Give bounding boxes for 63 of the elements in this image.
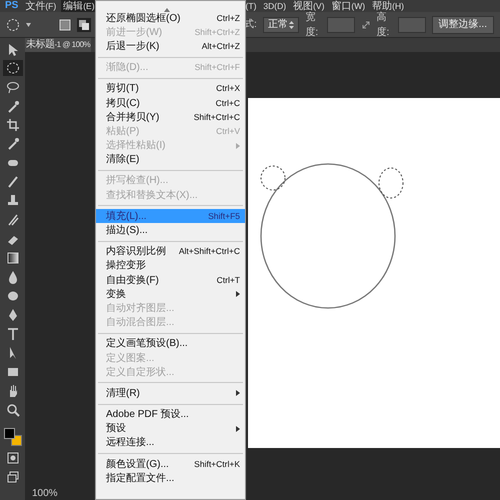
- rectangle-icon: [6, 365, 20, 379]
- refine-edge-button[interactable]: 调整边缘...: [432, 16, 494, 34]
- screen-mode-icon: [6, 470, 20, 484]
- zoom-level: 100%: [32, 488, 58, 499]
- add-selection-icon[interactable]: [77, 18, 91, 32]
- menu-item[interactable]: 颜色设置(G)... Shift+Ctrl+K: [96, 457, 245, 472]
- menu-item[interactable]: 合并拷贝(Y) Shift+Ctrl+C: [96, 110, 245, 124]
- menu-item[interactable]: 帮助(H): [370, 0, 406, 12]
- menu-item[interactable]: 文件(F): [23, 0, 58, 12]
- width-field[interactable]: [327, 16, 355, 32]
- submenu-arrow-icon[interactable]: [236, 426, 240, 432]
- zoom-icon: [6, 403, 20, 417]
- tool-button[interactable]: [2, 60, 22, 76]
- menu-item[interactable]: Adobe PDF 预设...: [96, 408, 245, 422]
- type-icon: [6, 327, 20, 341]
- menu-item[interactable]: 后退一步(K) Alt+Ctrl+Z: [96, 39, 245, 54]
- menu-item[interactable]: 自由变换(F) Ctrl+T: [96, 273, 245, 288]
- dodge-icon: [6, 289, 20, 303]
- gradient-icon: [6, 251, 20, 265]
- width-label: 宽度:: [305, 10, 318, 40]
- crop-icon: [6, 118, 20, 132]
- document-tab[interactable]: 未标题-1 @ 100%: [25, 38, 92, 52]
- menu-item[interactable]: 内容识别比例 Alt+Shift+Ctrl+C: [96, 244, 245, 259]
- menu-item[interactable]: 指定配置文件...: [96, 471, 245, 486]
- menu-item[interactable]: 视图(V): [291, 0, 326, 12]
- eyedropper-icon: [6, 137, 20, 151]
- ellipse-marquee-icon: [6, 61, 20, 75]
- dropdown-arrows-icon: [289, 20, 294, 28]
- height-label: 高度:: [376, 10, 390, 40]
- magic-wand-icon: [6, 99, 20, 113]
- swap-icon[interactable]: [360, 20, 371, 30]
- menu-item[interactable]: 操控变形: [96, 258, 245, 273]
- menu-item[interactable]: (T): [244, 0, 258, 12]
- stamp-icon: [6, 194, 20, 208]
- menu-item[interactable]: 3D(D): [261, 0, 288, 12]
- submenu-arrow-icon[interactable]: [236, 390, 240, 396]
- new-selection-icon[interactable]: [59, 18, 71, 30]
- style-dropdown[interactable]: 正常: [262, 16, 300, 32]
- app-logo: PS: [4, 0, 20, 12]
- menu-item[interactable]: 描边(S)...: [96, 223, 245, 238]
- menu-item[interactable]: 清除(E): [96, 152, 245, 167]
- selection-marquee: [378, 168, 404, 198]
- lasso-icon: [6, 80, 20, 94]
- caret-icon[interactable]: [26, 22, 31, 26]
- brush-icon: [6, 175, 20, 189]
- menu-item[interactable]: 变换: [96, 287, 245, 302]
- menu-item[interactable]: 窗口(W): [329, 0, 368, 12]
- submenu-arrow-icon[interactable]: [236, 291, 240, 298]
- menu-item[interactable]: 清理(R): [96, 386, 245, 400]
- menu-item[interactable]: 远程连接...: [96, 436, 245, 450]
- menu-item[interactable]: 定义画笔预设(B)...: [96, 336, 245, 351]
- foreground-color-swatch[interactable]: [4, 428, 14, 439]
- menu-item[interactable]: 编辑(E): [61, 0, 97, 12]
- height-field[interactable]: [398, 16, 426, 32]
- history-brush-icon: [6, 213, 20, 227]
- menu-item[interactable]: 拷贝(C) Ctrl+C: [96, 96, 245, 110]
- menu-item[interactable]: 填充(L)... Shift+F5: [96, 209, 245, 224]
- quick-mask-icon: [6, 451, 20, 465]
- ellipse-marquee-icon[interactable]: [6, 18, 20, 32]
- menu-item[interactable]: 预设: [96, 422, 245, 436]
- menu-item[interactable]: 还原椭圆选框(O) Ctrl+Z: [96, 11, 245, 26]
- menu-item[interactable]: 剪切(T) Ctrl+X: [96, 82, 245, 96]
- selection-marquee: [260, 166, 286, 190]
